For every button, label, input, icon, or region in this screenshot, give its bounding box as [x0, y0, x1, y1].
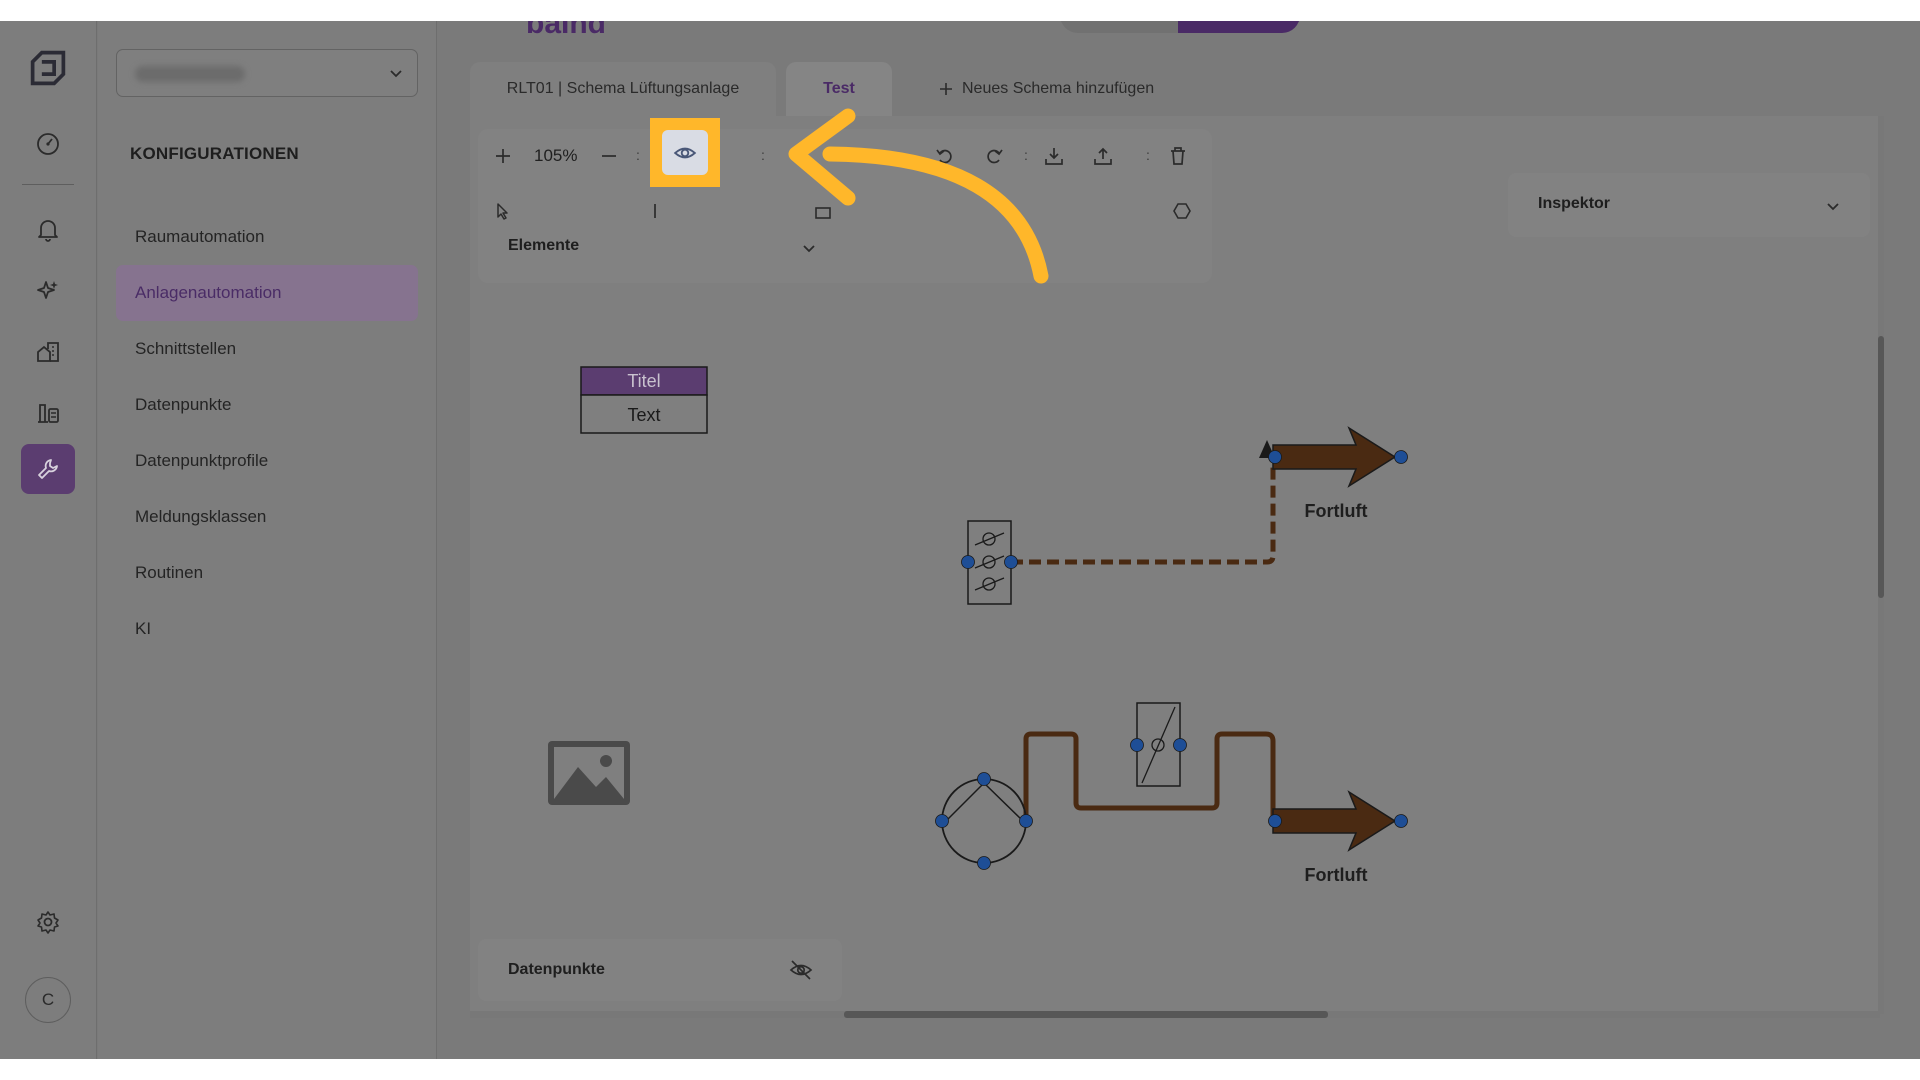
outlet-label-lower: Fortluft — [1305, 865, 1368, 885]
horizontal-scroll-thumb[interactable] — [844, 1011, 1328, 1018]
workspace-select[interactable] — [116, 49, 418, 97]
trash-icon — [1171, 147, 1185, 165]
icon-rail: C — [0, 21, 97, 1059]
tab-test[interactable]: Test — [786, 62, 892, 116]
zoom-level: 105% — [534, 146, 578, 165]
text-box-title: Titel — [627, 371, 660, 391]
section-heading: KONFIGURATIONEN — [130, 144, 299, 163]
redo-icon — [987, 149, 1003, 164]
top-toggle-active — [1178, 21, 1300, 33]
brand-title: baInd — [526, 21, 606, 40]
buildings-icon[interactable] — [21, 327, 75, 377]
elements-label[interactable]: Elemente — [508, 237, 579, 255]
eye-off-icon[interactable] — [788, 957, 814, 983]
sidebar-item-raumautomation[interactable]: Raumautomation — [116, 209, 418, 265]
sidebar-item-anlagenautomation[interactable]: Anlagenautomation — [116, 265, 418, 321]
main-area: baInd RLT01 | Schema Lüftungsanlage Test… — [438, 21, 1920, 1059]
tab-rlt01[interactable]: RLT01 | Schema Lüftungsanlage — [470, 62, 776, 116]
hexagon-icon — [1173, 203, 1191, 219]
upload-icon — [1094, 147, 1112, 165]
line-icon — [654, 204, 656, 218]
bell-icon[interactable] — [21, 205, 75, 255]
minus-icon — [602, 155, 616, 157]
sidebar-item-ki[interactable]: KI — [116, 601, 418, 657]
cursor-icon — [497, 203, 508, 220]
datapoints-panel[interactable]: Datenpunkte — [478, 939, 842, 1001]
add-schema-tab[interactable]: Neues Schema hinzufügen — [938, 62, 1154, 116]
rail-divider — [22, 184, 74, 185]
download-icon — [1045, 148, 1063, 165]
rectangle-icon — [815, 207, 831, 219]
download-button[interactable] — [1039, 141, 1069, 171]
wrench-icon[interactable] — [21, 444, 75, 494]
redo-button[interactable] — [979, 141, 1009, 171]
chevron-down-icon — [1827, 203, 1839, 211]
settings-icon[interactable] — [21, 897, 75, 947]
select-tool[interactable] — [488, 196, 518, 226]
avatar[interactable]: C — [25, 977, 71, 1023]
sidebar-item-datenpunkte[interactable]: Datenpunkte — [116, 377, 418, 433]
plus-icon — [940, 83, 952, 95]
toolbar-separator: : — [636, 147, 640, 163]
app-window: C KONFIGURATIONEN Raumautomation Anlagen… — [0, 21, 1920, 1059]
upload-button[interactable] — [1088, 141, 1118, 171]
sidebar-item-meldungsklassen[interactable]: Meldungsklassen — [116, 489, 418, 545]
text-box-element[interactable]: Titel Text — [580, 366, 708, 434]
chevron-down-icon[interactable] — [800, 239, 818, 257]
outlet-label-upper: Fortluft — [1305, 501, 1368, 521]
devices-icon[interactable] — [21, 388, 75, 438]
preview-toggle-highlight — [650, 118, 720, 187]
plus-icon — [496, 149, 510, 163]
vertical-scroll-thumb[interactable] — [1878, 336, 1884, 598]
sparkles-icon[interactable] — [21, 266, 75, 316]
vertical-scrollbar[interactable] — [1878, 116, 1884, 1014]
toolbar-separator: : — [1024, 147, 1028, 163]
datapoints-label: Datenpunkte — [508, 961, 605, 978]
inspector-label: Inspektor — [1538, 195, 1611, 212]
toolbar-separator: : — [761, 147, 765, 163]
zoom-in-button[interactable] — [488, 141, 518, 171]
dashboard-icon[interactable] — [21, 119, 75, 169]
top-toggle[interactable] — [1060, 21, 1300, 33]
logo-icon[interactable] — [21, 43, 75, 93]
image-placeholder-icon[interactable] — [548, 741, 630, 805]
sidebar-item-datenpunktprofile[interactable]: Datenpunktprofile — [116, 433, 418, 489]
inspector-panel[interactable]: Inspektor — [1508, 173, 1870, 237]
eye-icon — [673, 147, 697, 158]
rectangle-tool[interactable] — [808, 196, 838, 226]
zoom-out-button[interactable] — [594, 141, 624, 171]
horizontal-scrollbar[interactable] — [470, 1011, 1880, 1018]
sidebar-item-routinen[interactable]: Routinen — [116, 545, 418, 601]
toolbar-separator: : — [1146, 147, 1150, 163]
delete-button[interactable] — [1163, 141, 1193, 171]
preview-toggle-button[interactable] — [662, 130, 708, 175]
text-box-text: Text — [627, 405, 660, 425]
config-sidebar: KONFIGURATIONEN Raumautomation Anlagenau… — [98, 21, 437, 1059]
workspace-select-value — [135, 66, 245, 82]
polygon-tool[interactable] — [1167, 196, 1197, 226]
add-schema-label: Neues Schema hinzufügen — [962, 80, 1155, 97]
line-tool[interactable] — [640, 196, 670, 226]
sidebar-item-schnittstellen[interactable]: Schnittstellen — [116, 321, 418, 377]
chevron-down-icon — [390, 70, 402, 78]
